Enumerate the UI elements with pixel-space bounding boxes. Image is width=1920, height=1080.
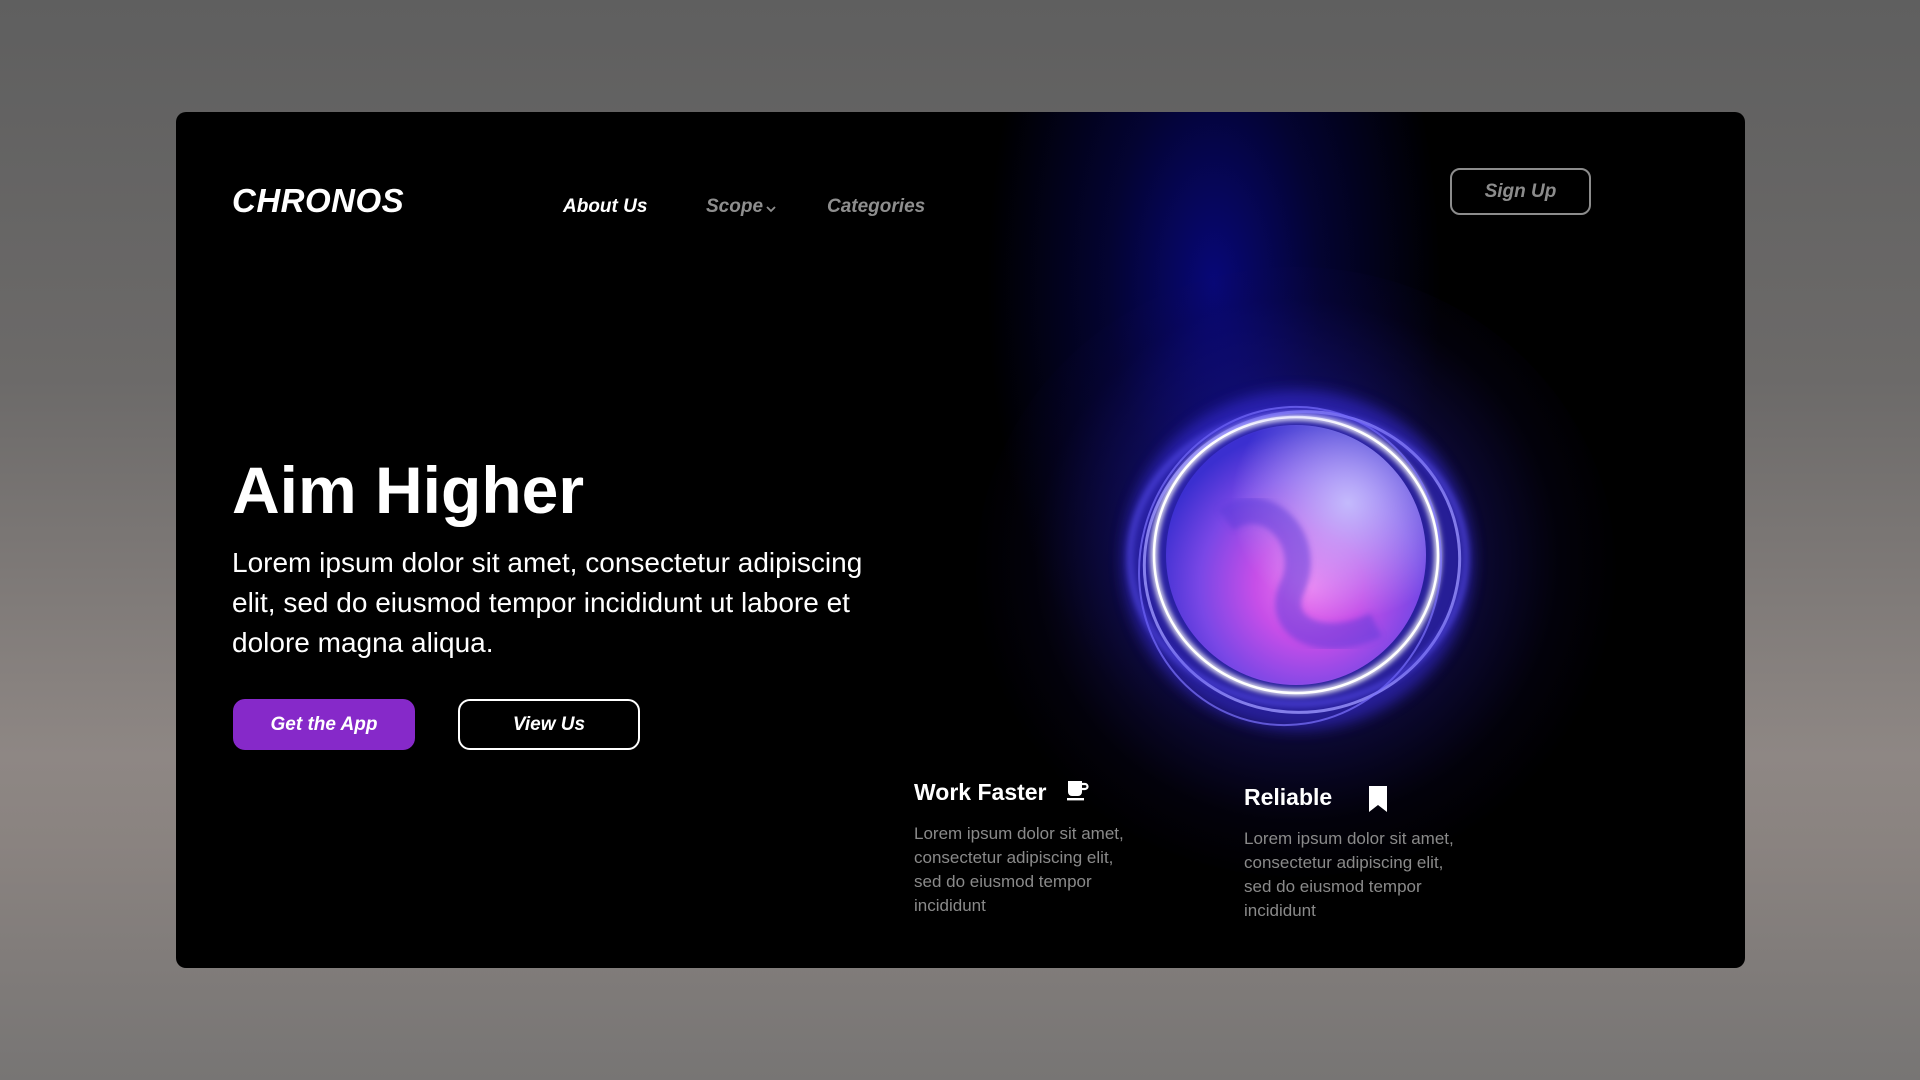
- nav-about-us[interactable]: About Us: [563, 196, 647, 218]
- feature-description: Lorem ipsum dolor sit amet, consectetur …: [914, 824, 1124, 915]
- feature-work-faster: Work Faster Lorem ipsum dolor sit amet, …: [914, 779, 1154, 918]
- get-the-app-button[interactable]: Get the App: [233, 699, 415, 750]
- feature-description: Lorem ipsum dolor sit amet, consectetur …: [1244, 829, 1454, 920]
- sign-up-button[interactable]: Sign Up: [1450, 168, 1591, 215]
- hero-description: Lorem ipsum dolor sit amet, consectetur …: [232, 547, 863, 658]
- feature-title: Work Faster: [914, 779, 1047, 805]
- landing-page-frame: CHRONOS About Us Scope Categories Sign U…: [176, 112, 1745, 968]
- chevron-down-icon: [766, 206, 776, 213]
- brand-logo[interactable]: CHRONOS: [232, 182, 404, 220]
- bookmark-icon: [1369, 786, 1387, 812]
- feature-reliable: Reliable Lorem ipsum dolor sit amet, con…: [1244, 784, 1484, 923]
- glowing-orb-illustration: [1123, 390, 1473, 730]
- nav-categories[interactable]: Categories: [827, 196, 925, 218]
- view-us-button[interactable]: View Us: [458, 699, 640, 750]
- coffee-cup-icon: [1067, 781, 1089, 801]
- hero-title: Aim Higher: [232, 453, 585, 527]
- nav-scope-label: Scope: [706, 196, 764, 217]
- nav-scope-dropdown[interactable]: Scope: [706, 196, 777, 218]
- feature-title: Reliable: [1244, 784, 1333, 810]
